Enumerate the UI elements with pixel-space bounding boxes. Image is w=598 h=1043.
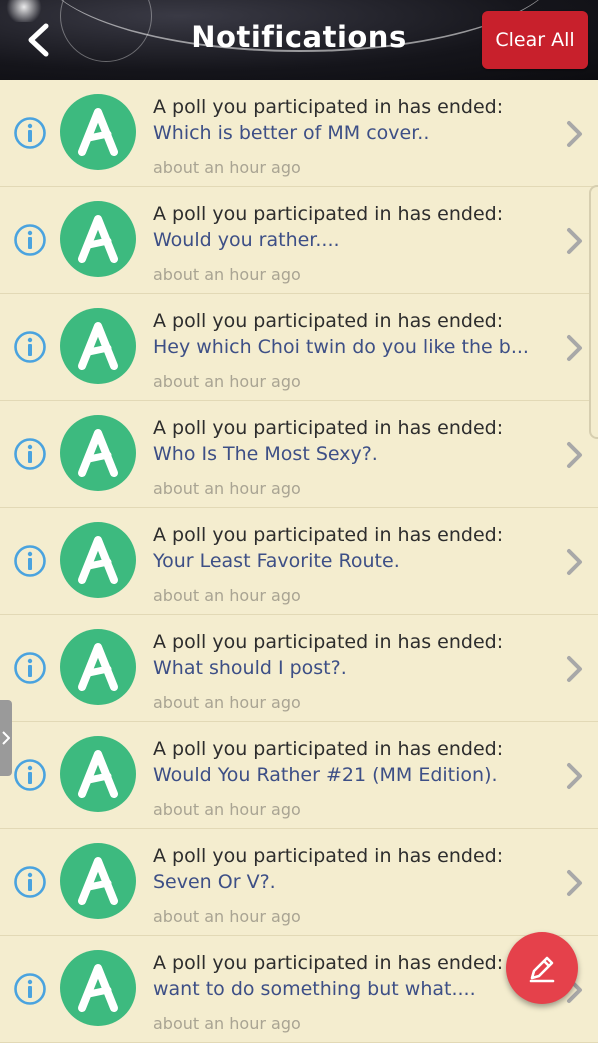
side-drawer-handle[interactable]	[0, 700, 12, 776]
notification-message: A poll you participated in has ended:	[153, 524, 504, 546]
info-icon[interactable]	[13, 758, 47, 792]
poll-title[interactable]: Hey which Choi twin do you like the b...	[153, 336, 548, 358]
poll-title[interactable]: Seven Or V?.	[153, 871, 548, 893]
notification-message: A poll you participated in has ended:	[153, 952, 504, 974]
poll-title[interactable]: Who Is The Most Sexy?.	[153, 443, 548, 465]
info-icon[interactable]	[13, 544, 47, 578]
notification-item[interactable]: A poll you participated in has ended: Yo…	[0, 508, 598, 615]
poll-title[interactable]: Would you rather....	[153, 229, 548, 251]
info-icon[interactable]	[13, 116, 47, 150]
notification-item[interactable]: A poll you participated in has ended: Wo…	[0, 187, 598, 294]
chevron-right-icon[interactable]	[564, 762, 586, 790]
notification-item[interactable]: A poll you participated in has ended: Wh…	[0, 80, 598, 187]
amino-logo-icon[interactable]	[60, 415, 136, 491]
info-icon[interactable]	[13, 330, 47, 364]
notification-message: A poll you participated in has ended:	[153, 738, 504, 760]
notification-item[interactable]: A poll you participated in has ended: Wh…	[0, 401, 598, 508]
header-bar: Notifications Clear All	[0, 0, 598, 80]
notification-time: about an hour ago	[153, 693, 301, 712]
notification-message: A poll you participated in has ended:	[153, 96, 504, 118]
poll-title[interactable]: Would You Rather #21 (MM Edition).	[153, 764, 548, 786]
amino-logo-icon[interactable]	[60, 629, 136, 705]
info-icon[interactable]	[13, 651, 47, 685]
amino-logo-icon[interactable]	[60, 522, 136, 598]
amino-logo-icon[interactable]	[60, 94, 136, 170]
compose-button[interactable]	[506, 932, 578, 1004]
clear-all-button[interactable]: Clear All	[482, 11, 588, 69]
notification-list: A poll you participated in has ended: Wh…	[0, 80, 598, 1043]
amino-logo-icon[interactable]	[60, 201, 136, 277]
chevron-right-icon[interactable]	[564, 655, 586, 683]
notification-message: A poll you participated in has ended:	[153, 310, 504, 332]
chevron-right-icon[interactable]	[564, 441, 586, 469]
chevron-right-icon[interactable]	[564, 334, 586, 362]
notification-item[interactable]: A poll you participated in has ended: Wo…	[0, 722, 598, 829]
chevron-right-icon[interactable]	[564, 548, 586, 576]
notification-time: about an hour ago	[153, 265, 301, 284]
pencil-icon	[529, 956, 555, 983]
info-icon[interactable]	[13, 972, 47, 1006]
poll-title[interactable]: want to do something but what....	[153, 978, 548, 1000]
notification-time: about an hour ago	[153, 479, 301, 498]
notification-time: about an hour ago	[153, 586, 301, 605]
notification-message: A poll you participated in has ended:	[153, 417, 504, 439]
amino-logo-icon[interactable]	[60, 308, 136, 384]
notification-time: about an hour ago	[153, 907, 301, 926]
amino-logo-icon[interactable]	[60, 950, 136, 1026]
chevron-right-icon[interactable]	[564, 227, 586, 255]
notification-item[interactable]: A poll you participated in has ended: Wh…	[0, 615, 598, 722]
edge-panel-tab[interactable]	[589, 185, 598, 439]
info-icon[interactable]	[13, 223, 47, 257]
chevron-right-icon[interactable]	[564, 869, 586, 897]
chevron-right-icon	[2, 731, 10, 745]
notification-message: A poll you participated in has ended:	[153, 203, 504, 225]
notification-item[interactable]: A poll you participated in has ended: He…	[0, 294, 598, 401]
amino-logo-icon[interactable]	[60, 843, 136, 919]
notification-time: about an hour ago	[153, 372, 301, 391]
poll-title[interactable]: Your Least Favorite Route.	[153, 550, 548, 572]
notification-item[interactable]: A poll you participated in has ended: Se…	[0, 829, 598, 936]
notification-message: A poll you participated in has ended:	[153, 631, 504, 653]
info-icon[interactable]	[13, 437, 47, 471]
notification-message: A poll you participated in has ended:	[153, 845, 504, 867]
poll-title[interactable]: What should I post?.	[153, 657, 548, 679]
notification-time: about an hour ago	[153, 800, 301, 819]
chevron-right-icon[interactable]	[564, 120, 586, 148]
amino-logo-icon[interactable]	[60, 736, 136, 812]
poll-title[interactable]: Which is better of MM cover..	[153, 122, 548, 144]
notification-time: about an hour ago	[153, 158, 301, 177]
info-icon[interactable]	[13, 865, 47, 899]
